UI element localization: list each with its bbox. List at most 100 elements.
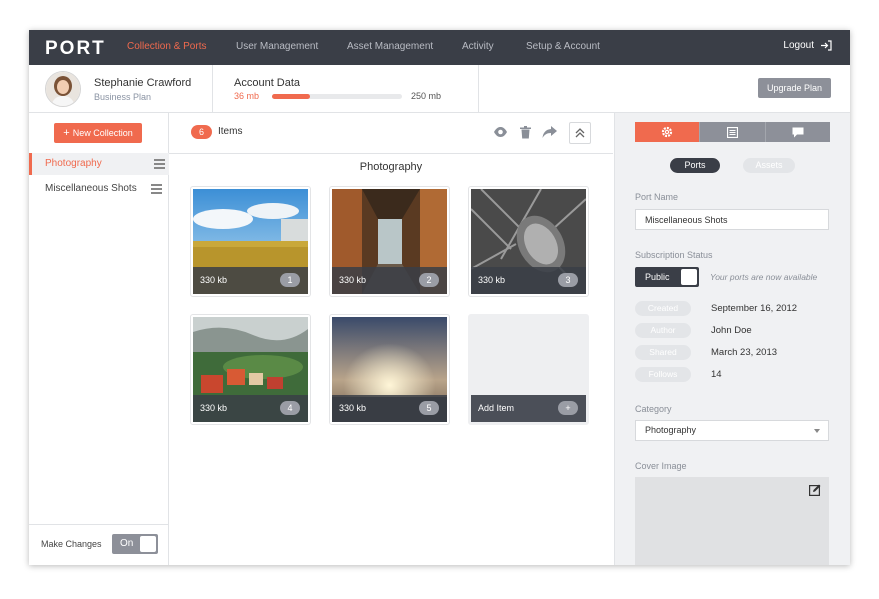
photo-caption: 330 kb 4 xyxy=(193,395,308,422)
divider xyxy=(212,65,213,112)
tab-details[interactable] xyxy=(700,122,766,142)
file-size: 330 kb xyxy=(339,403,367,413)
drag-handle-icon[interactable] xyxy=(154,159,165,171)
photo-number-badge: 5 xyxy=(419,401,439,415)
divider xyxy=(478,65,479,112)
nav-collection-ports[interactable]: Collection & Ports xyxy=(127,41,206,52)
plus-icon: + xyxy=(63,127,70,139)
toggle-knob xyxy=(140,536,156,552)
logout-icon xyxy=(821,40,832,51)
photo-card[interactable]: 330 kb 1 xyxy=(190,186,311,297)
new-collection-label: New Collection xyxy=(72,128,133,138)
new-collection-button[interactable]: + New Collection xyxy=(54,123,142,143)
eye-icon[interactable] xyxy=(493,126,508,138)
section-title: Photography xyxy=(359,161,423,173)
drag-handle-icon[interactable] xyxy=(151,184,162,196)
port-logo[interactable]: PORT xyxy=(45,38,106,60)
upgrade-plan-button[interactable]: Upgrade Plan xyxy=(757,78,831,98)
storage-progress-fill xyxy=(272,94,310,99)
chevron-down-icon xyxy=(814,429,820,433)
nav-activity[interactable]: Activity xyxy=(462,41,494,52)
photo-caption: 330 kb 2 xyxy=(332,267,447,294)
photo-card[interactable]: 330 kb 4 xyxy=(190,314,311,425)
collections-sidebar: + New Collection Photography Miscellaneou… xyxy=(29,113,171,565)
user-bar: Stephanie Crawford Business Plan Account… xyxy=(29,65,850,113)
add-item-label: Add Item xyxy=(478,403,515,413)
photo-caption: 330 kb 1 xyxy=(193,267,308,294)
user-plan: Business Plan xyxy=(94,92,152,102)
chevron-up-icon xyxy=(575,128,585,138)
avatar-image xyxy=(46,72,80,106)
panel-tabs xyxy=(635,122,830,142)
meta-value-created: September 16, 2012 xyxy=(711,303,798,314)
make-changes-label: Make Changes xyxy=(41,539,102,549)
photo-number-badge: 1 xyxy=(280,273,300,287)
toggle-knob xyxy=(681,269,697,285)
pill-ports[interactable]: Ports xyxy=(670,158,720,173)
category-label: Category xyxy=(635,404,672,414)
photo-card[interactable]: 330 kb 5 xyxy=(329,314,450,425)
user-name: Stephanie Crawford xyxy=(94,77,192,89)
logout-button[interactable]: Logout xyxy=(783,40,832,51)
storage-progress-bar xyxy=(272,94,402,99)
edit-icon[interactable] xyxy=(809,484,821,496)
nav-setup-account[interactable]: Setup & Account xyxy=(526,41,600,52)
collection-label: Miscellaneous Shots xyxy=(45,183,137,194)
meta-value-shared: March 23, 2013 xyxy=(711,347,778,358)
account-total: 250 mb xyxy=(411,91,442,101)
file-size: 330 kb xyxy=(339,275,367,285)
add-item-card[interactable]: Add Item + xyxy=(468,314,589,425)
comment-icon xyxy=(792,127,804,137)
tab-settings[interactable] xyxy=(635,122,701,142)
add-item-bar[interactable]: Add Item + xyxy=(471,395,586,422)
photo-caption: 330 kb 3 xyxy=(471,267,586,294)
collection-item-photography[interactable]: Photography xyxy=(29,153,171,175)
photo-number-badge: 3 xyxy=(558,273,578,287)
meta-key-created: Created xyxy=(635,301,691,316)
public-toggle[interactable]: Public xyxy=(635,267,699,287)
file-size: 330 kb xyxy=(200,275,228,285)
file-size: 330 kb xyxy=(200,403,228,413)
subscription-label: Subscription Status xyxy=(635,250,713,260)
status-note: Your ports are now available xyxy=(710,272,818,282)
meta-key-follows: Follows xyxy=(635,367,691,382)
details-panel: Ports Assets Port Name Miscellaneous Sho… xyxy=(614,113,850,565)
pill-assets[interactable]: Assets xyxy=(743,158,795,173)
items-label: Items xyxy=(218,126,243,137)
cover-image-area[interactable] xyxy=(635,477,829,565)
top-nav: PORT Collection & Ports User Management … xyxy=(29,30,850,65)
photo-card[interactable]: 330 kb 3 xyxy=(468,186,589,297)
sidebar-footer: Make Changes On xyxy=(29,524,168,565)
file-size: 330 kb xyxy=(478,275,506,285)
nav-asset-management[interactable]: Asset Management xyxy=(347,41,433,52)
app-window: PORT Collection & Ports User Management … xyxy=(29,30,850,565)
trash-icon[interactable] xyxy=(520,126,531,139)
gear-icon xyxy=(662,126,673,138)
toggle-label: Public xyxy=(645,272,670,282)
meta-key-shared: Shared xyxy=(635,345,691,360)
logout-label: Logout xyxy=(783,40,814,51)
photo-card[interactable]: 330 kb 2 xyxy=(329,186,450,297)
main-content: 6 Items Photography 330 kb 1 330 kb 2 33… xyxy=(169,113,613,565)
items-toolbar: 6 Items xyxy=(169,113,613,154)
meta-key-author: Author xyxy=(635,323,691,338)
category-select[interactable]: Photography xyxy=(635,420,829,441)
account-data-label: Account Data xyxy=(234,77,301,89)
photo-number-badge: 4 xyxy=(280,401,300,415)
tab-comments[interactable] xyxy=(765,122,830,142)
port-name-input[interactable]: Miscellaneous Shots xyxy=(635,209,829,230)
port-name-label: Port Name xyxy=(635,192,679,202)
plus-icon: + xyxy=(558,401,578,415)
account-used: 36 mb xyxy=(234,91,260,101)
collapse-button[interactable] xyxy=(569,122,591,144)
category-value: Photography xyxy=(645,425,697,435)
nav-user-management[interactable]: User Management xyxy=(236,41,318,52)
photo-number-badge: 2 xyxy=(419,273,439,287)
meta-value-author: John Doe xyxy=(711,325,752,336)
collection-item-miscellaneous[interactable]: Miscellaneous Shots xyxy=(29,178,168,200)
toggle-label: On xyxy=(120,538,134,549)
avatar[interactable] xyxy=(45,71,81,107)
collection-label: Photography xyxy=(45,158,102,169)
share-icon[interactable] xyxy=(542,126,557,138)
make-changes-toggle[interactable]: On xyxy=(112,534,158,554)
